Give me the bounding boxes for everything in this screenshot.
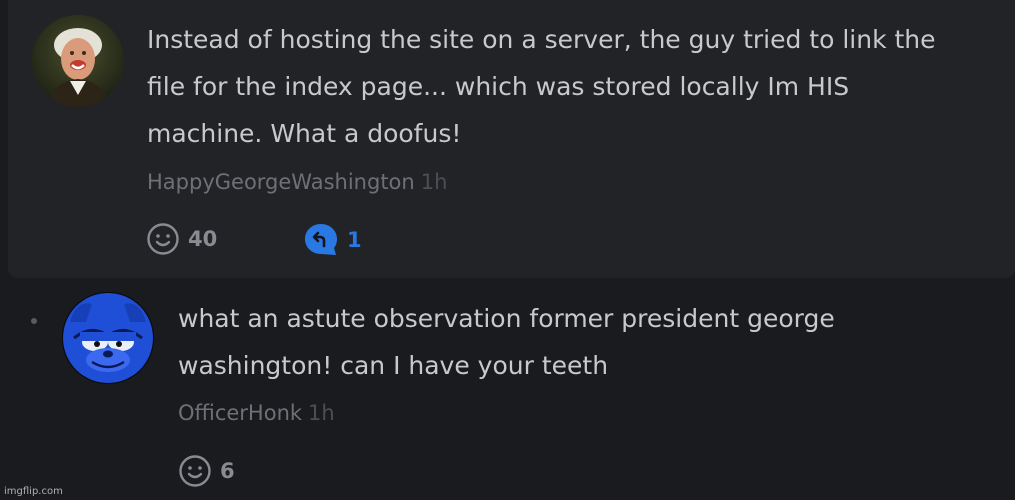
comment-line: Instead of hosting the site on a server,…	[147, 25, 936, 54]
smiley-icon	[147, 223, 179, 255]
cartoon-cat-avatar-icon	[62, 292, 154, 384]
thread-bullet	[31, 318, 37, 324]
reaction-count: 40	[188, 227, 218, 251]
comment-line: machine. What a doofus!	[147, 119, 462, 148]
author-name[interactable]: OfficerHonk	[178, 401, 302, 425]
reaction-count: 6	[220, 459, 235, 483]
comment-line: washington! can I have your teeth	[178, 351, 609, 380]
timestamp: 1h	[308, 401, 335, 425]
smiley-icon	[179, 455, 211, 487]
reply-count: 1	[347, 228, 362, 252]
portrait-avatar-icon	[32, 15, 124, 107]
comment-line: file for the index page... which was sto…	[147, 72, 850, 101]
comment-meta: OfficerHonk 1h	[178, 401, 335, 425]
comment-text: Instead of hosting the site on a server,…	[147, 16, 936, 157]
comment-meta: HappyGeorgeWashington 1h	[147, 170, 447, 194]
avatar[interactable]	[32, 15, 124, 107]
avatar[interactable]	[62, 292, 154, 384]
replies-button[interactable]: 1	[303, 222, 362, 258]
reply-bubble-icon	[305, 224, 337, 255]
watermark: imgflip.com	[4, 486, 63, 497]
comment-text: what an astute observation former presid…	[178, 295, 835, 389]
timestamp: 1h	[420, 170, 448, 194]
reaction-button[interactable]: 6	[178, 454, 235, 488]
author-name[interactable]: HappyGeorgeWashington	[147, 170, 415, 194]
reaction-button[interactable]: 40	[146, 222, 217, 256]
comment-line: what an astute observation former presid…	[178, 304, 835, 333]
